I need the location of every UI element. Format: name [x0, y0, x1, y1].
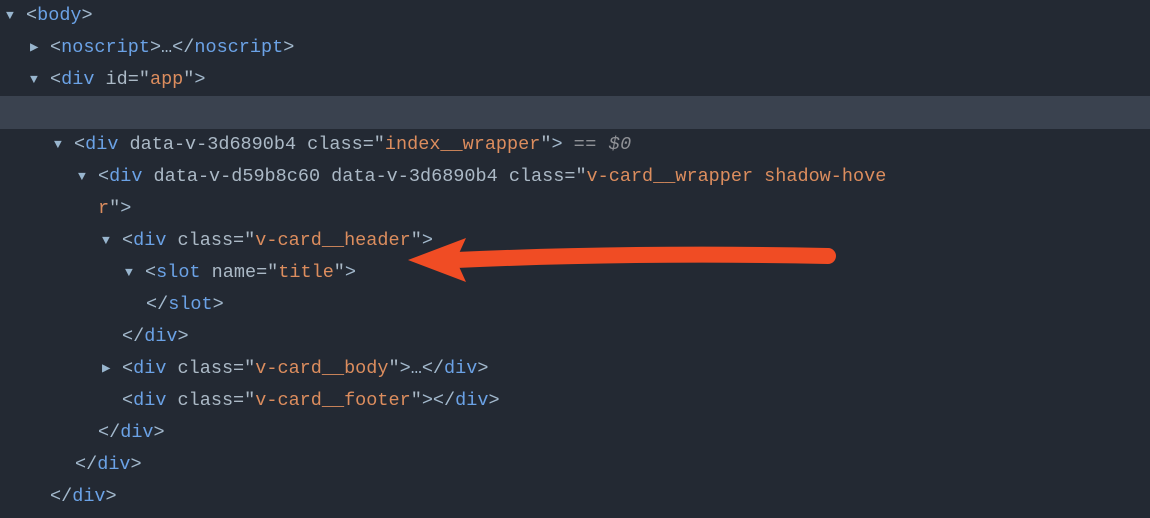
tree-row-slot-close[interactable]: </slot> — [0, 289, 1150, 321]
tree-row-body[interactable]: ▼<body> — [0, 0, 1150, 32]
disclosure-triangle-icon[interactable]: ▶ — [30, 36, 44, 60]
tree-row-close-div[interactable]: </div> — [0, 417, 1150, 449]
disclosure-triangle-icon[interactable]: ▼ — [78, 166, 92, 188]
tree-row-div-app[interactable]: ▼<div id="app"> — [0, 64, 1150, 96]
tree-row-vcard-wrapper-cont[interactable]: r"> — [0, 193, 1150, 225]
tree-row-close-div[interactable]: </div> — [0, 449, 1150, 481]
disclosure-triangle-icon[interactable]: ▼ — [30, 69, 44, 91]
tree-row-vcard-footer[interactable]: <div class="v-card__footer"></div> — [0, 385, 1150, 417]
tree-row-vcard-header[interactable]: ▼<div class="v-card__header"> — [0, 225, 1150, 257]
disclosure-triangle-icon[interactable]: ▶ — [102, 357, 116, 381]
disclosure-triangle-icon[interactable]: ▼ — [102, 230, 116, 252]
tree-row-slot[interactable]: ▼<slot name="title"> — [0, 257, 1150, 289]
tree-row-noscript[interactable]: ▶<noscript>…</noscript> — [0, 32, 1150, 64]
selected-marker: == $0 — [574, 134, 632, 155]
disclosure-triangle-icon[interactable]: ▼ — [6, 5, 20, 27]
tree-row-selected[interactable]: ▼<div data-v-3d6890b4 class="index__wrap… — [0, 96, 1150, 161]
dom-tree: ▼<body> ▶<noscript>…</noscript> ▼<div id… — [0, 0, 1150, 513]
tree-row-close-div[interactable]: </div> — [0, 481, 1150, 513]
tree-row-vcard-wrapper[interactable]: ▼<div data-v-d59b8c60 data-v-3d6890b4 cl… — [0, 161, 1150, 193]
disclosure-triangle-icon[interactable]: ▼ — [54, 134, 68, 156]
tree-row-header-close[interactable]: </div> — [0, 321, 1150, 353]
tree-row-vcard-body[interactable]: ▶<div class="v-card__body">…</div> — [0, 353, 1150, 385]
disclosure-triangle-icon[interactable]: ▼ — [125, 262, 139, 284]
